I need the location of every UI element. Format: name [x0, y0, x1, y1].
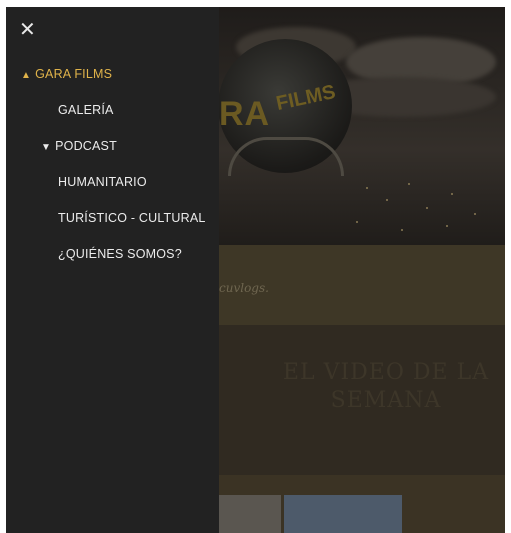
- menu-item-label: GALERÍA: [58, 103, 114, 117]
- menu-item-turistico-cultural[interactable]: TURÍSTICO - CULTURAL: [58, 211, 206, 225]
- video-title-line-2: SEMANA: [330, 388, 442, 413]
- intro-text: cuvlogs.: [219, 281, 269, 295]
- menu-item-label: GARA FILMS: [35, 67, 113, 81]
- menu-item-gara-films[interactable]: ▲ GARA FILMS: [21, 67, 112, 81]
- gallery-thumb[interactable]: [219, 495, 281, 533]
- menu-item-quienes-somos[interactable]: ¿QUIÉNES SOMOS?: [58, 247, 182, 261]
- menu-item-label: ¿QUIÉNES SOMOS?: [58, 247, 182, 261]
- logo-arch-graphic: [228, 137, 344, 176]
- menu-item-humanitario[interactable]: HUMANITARIO: [58, 175, 147, 189]
- menu-item-label: PODCAST: [55, 139, 117, 153]
- video-title-line-1: EL VIDEO DE LA: [282, 360, 490, 385]
- chevron-up-icon: ▲: [21, 70, 32, 81]
- close-icon[interactable]: ✕: [19, 19, 36, 39]
- menu-item-podcast[interactable]: ▼ PODCAST: [41, 139, 117, 153]
- video-section-title: EL VIDEO DE LA SEMANA: [276, 359, 496, 415]
- logo-text: RA: [219, 95, 271, 133]
- screen: RA FILMS cuvlogs. EL VIDEO DE LA SEMANA …: [6, 7, 505, 533]
- menu-item-label: HUMANITARIO: [58, 175, 147, 189]
- gallery-thumb[interactable]: [284, 495, 402, 533]
- chevron-down-icon: ▼: [41, 142, 52, 153]
- menu-item-label: TURÍSTICO - CULTURAL: [58, 211, 206, 225]
- menu-item-galeria[interactable]: GALERÍA: [58, 103, 114, 117]
- side-menu: ✕ ▲ GARA FILMS GALERÍA ▼ PODCAST HUMANITAR…: [6, 7, 219, 533]
